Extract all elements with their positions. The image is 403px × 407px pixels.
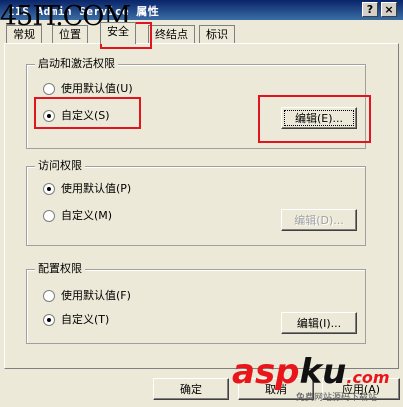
config-custom-option[interactable]: 自定义(T): [43, 312, 109, 328]
launch-custom-label: 自定义(S): [61, 109, 110, 122]
tab-security[interactable]: 安全: [100, 22, 136, 44]
access-default-option[interactable]: 使用默认值(P): [43, 181, 131, 197]
launch-default-radio[interactable]: [43, 83, 55, 95]
launch-custom-option[interactable]: 自定义(S): [43, 108, 110, 124]
launch-permissions-title: 启动和激活权限: [35, 57, 118, 71]
config-custom-label: 自定义(T): [61, 313, 110, 326]
access-permissions-group: 访问权限 使用默认值(P) 自定义(M) 编辑(D)...: [26, 159, 366, 246]
config-default-option[interactable]: 使用默认值(F): [43, 288, 131, 304]
watermark-subtitle: 免费网站源码下载站: [296, 393, 378, 403]
access-permissions-title: 访问权限: [35, 159, 85, 173]
config-permissions-title: 配置权限: [35, 262, 85, 276]
launch-custom-radio[interactable]: [43, 110, 55, 122]
config-custom-radio[interactable]: [43, 314, 55, 326]
config-default-label: 使用默认值(F): [61, 289, 131, 302]
launch-default-option[interactable]: 使用默认值(U): [43, 81, 133, 97]
config-permissions-group: 配置权限 使用默认值(F) 自定义(T) 编辑(I)...: [26, 262, 366, 344]
help-button[interactable]: ?: [362, 2, 378, 17]
tab-identity[interactable]: 标识: [199, 25, 235, 44]
access-edit-button[interactable]: 编辑(D)...: [281, 209, 357, 231]
ok-button[interactable]: 确定: [153, 378, 229, 400]
watermark-aspku-black: ku: [299, 352, 347, 392]
access-custom-label: 自定义(M): [61, 209, 113, 222]
watermark-aspku-suffix: .com: [346, 368, 390, 387]
tab-endpoints[interactable]: 终结点: [148, 25, 195, 44]
close-button[interactable]: ×: [381, 2, 397, 17]
access-custom-radio[interactable]: [43, 210, 55, 222]
launch-default-label: 使用默认值(U): [61, 82, 133, 95]
launch-permissions-group: 启动和激活权限 使用默认值(U) 自定义(S) 编辑(E)...: [26, 57, 366, 149]
access-default-radio[interactable]: [43, 183, 55, 195]
watermark-aspku-red: asp: [232, 352, 300, 392]
launch-edit-button[interactable]: 编辑(E)...: [281, 107, 357, 129]
access-default-label: 使用默认值(P): [61, 182, 132, 195]
access-custom-option[interactable]: 自定义(M): [43, 208, 112, 224]
config-default-radio[interactable]: [43, 290, 55, 302]
config-edit-button[interactable]: 编辑(I)...: [281, 312, 357, 334]
